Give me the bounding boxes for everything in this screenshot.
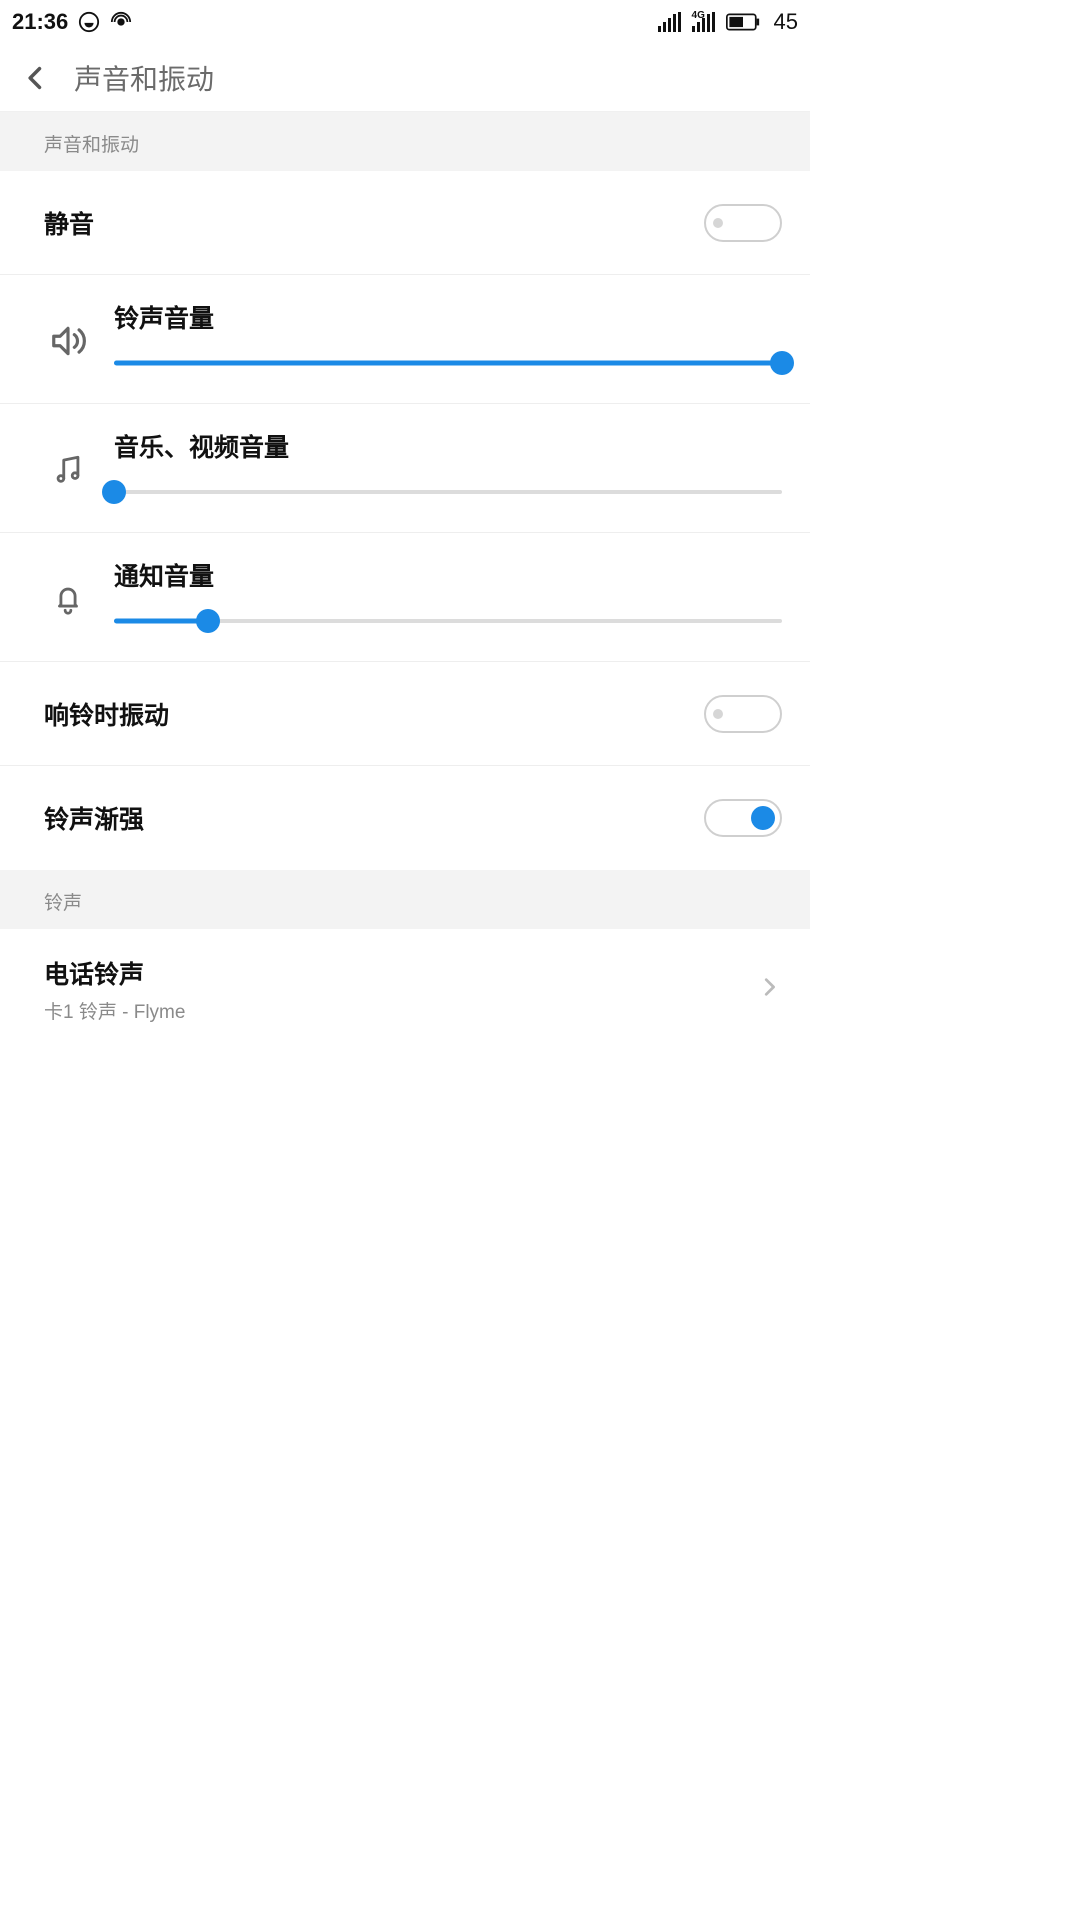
row-notif-volume: 通知音量 bbox=[0, 533, 810, 662]
status-time: 21:36 bbox=[12, 9, 68, 35]
hotspot-icon bbox=[110, 11, 132, 33]
row-ring-volume: 铃声音量 bbox=[0, 275, 810, 404]
music-icon bbox=[44, 446, 92, 494]
smile-icon bbox=[78, 11, 100, 33]
row-phone-ringtone[interactable]: 电话铃声 卡1 铃声 - Flyme bbox=[0, 929, 810, 1050]
row-vibrate-on-ring[interactable]: 响铃时振动 bbox=[0, 662, 810, 766]
row-media-volume-label: 音乐、视频音量 bbox=[114, 428, 782, 464]
row-mute[interactable]: 静音 bbox=[0, 171, 810, 275]
row-phone-ringtone-label: 电话铃声 bbox=[44, 955, 758, 991]
status-battery: 45 bbox=[774, 9, 798, 35]
row-vibrate-label: 响铃时振动 bbox=[44, 696, 704, 732]
row-notif-volume-label: 通知音量 bbox=[114, 557, 782, 593]
slider-media-volume[interactable] bbox=[114, 480, 782, 504]
chevron-right-icon bbox=[758, 976, 782, 1003]
section-header-sound: 声音和振动 bbox=[0, 112, 810, 171]
row-ring-increase-label: 铃声渐强 bbox=[44, 800, 704, 836]
signal-4g-icon: 4G bbox=[692, 12, 716, 32]
status-bar: 21:36 4G bbox=[0, 0, 810, 44]
row-media-volume: 音乐、视频音量 bbox=[0, 404, 810, 533]
section-header-ringtone: 铃声 bbox=[0, 870, 810, 929]
toggle-ring-increase[interactable] bbox=[704, 799, 782, 837]
row-mute-label: 静音 bbox=[44, 205, 704, 241]
chevron-left-icon bbox=[22, 64, 50, 92]
toggle-mute[interactable] bbox=[704, 204, 782, 242]
slider-thumb[interactable] bbox=[102, 480, 126, 504]
row-ring-volume-label: 铃声音量 bbox=[114, 299, 782, 335]
slider-thumb[interactable] bbox=[770, 351, 794, 375]
signal-icon bbox=[658, 12, 682, 32]
bell-icon bbox=[44, 575, 92, 623]
toggle-vibrate-on-ring[interactable] bbox=[704, 695, 782, 733]
slider-ring-volume[interactable] bbox=[114, 351, 782, 375]
back-button[interactable] bbox=[8, 50, 64, 106]
battery-icon bbox=[726, 13, 760, 31]
page-title: 声音和振动 bbox=[74, 58, 214, 98]
row-phone-ringtone-sub: 卡1 铃声 - Flyme bbox=[44, 997, 758, 1024]
slider-notif-volume[interactable] bbox=[114, 609, 782, 633]
row-ring-increase[interactable]: 铃声渐强 bbox=[0, 766, 810, 870]
slider-thumb[interactable] bbox=[196, 609, 220, 633]
page-header: 声音和振动 bbox=[0, 44, 810, 112]
volume-icon bbox=[44, 317, 92, 365]
